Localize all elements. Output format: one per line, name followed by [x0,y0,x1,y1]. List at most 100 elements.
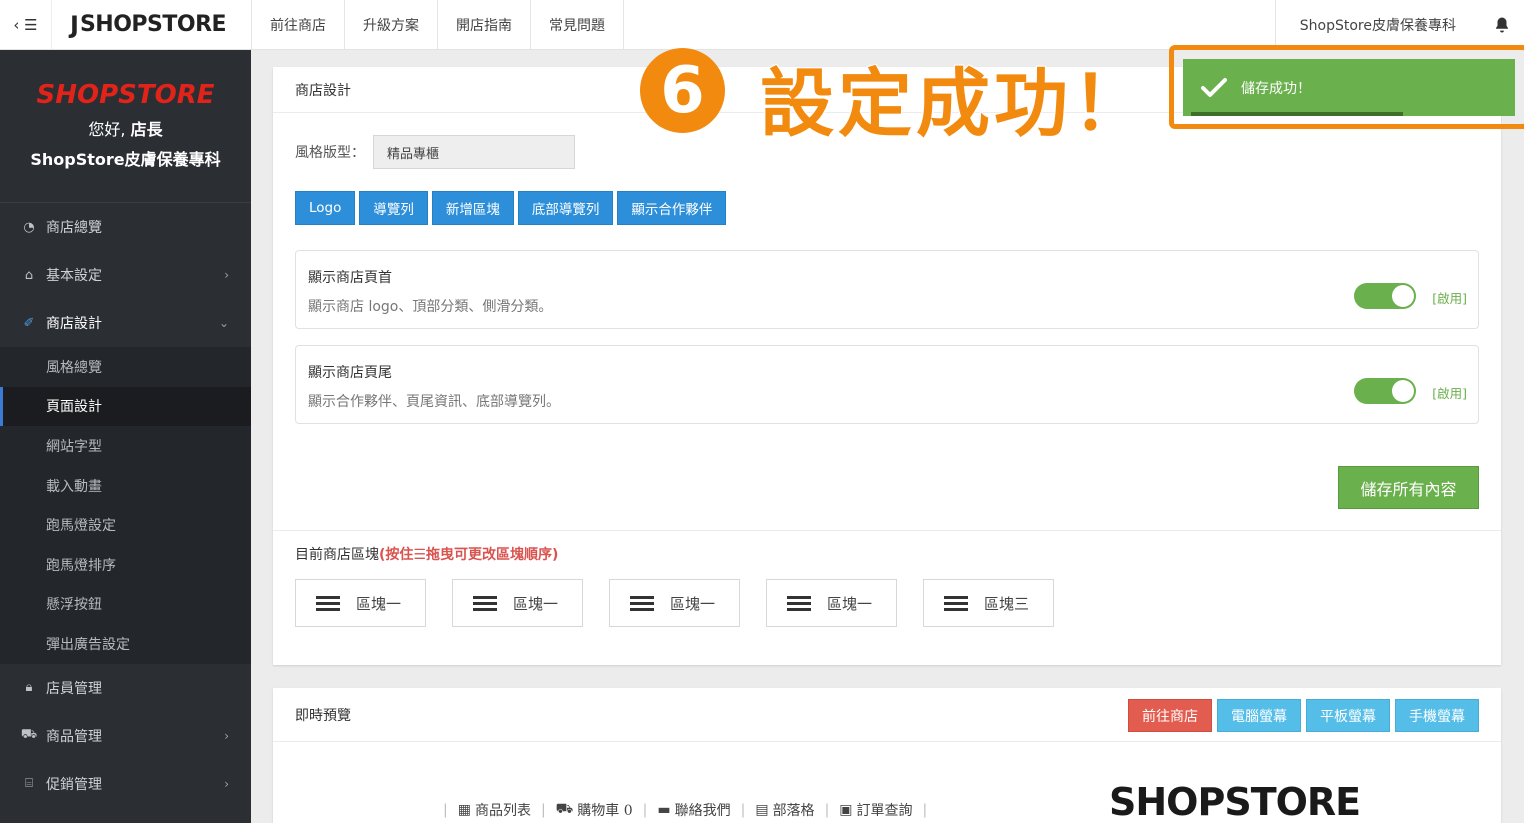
nav-go-store[interactable]: 前往商店 [252,0,345,49]
sidebar-item-store-design[interactable]: ✐ 商店設計 ⌄ [0,299,251,347]
header-toggle-switch[interactable] [1354,283,1416,309]
sidebar: SHOPSTORE 您好, 店長 ShopStore皮膚保養專科 ◔ 商店總覽 ⌂… [0,50,251,823]
header-toggle-desc: 顯示商店 logo、頂部分類、側滑分類。 [308,299,553,315]
greeting: 您好, 店長 [88,120,163,139]
sidebar-sub-floating-button[interactable]: 懸浮按鈕 [0,585,251,625]
blocks-hint: (按住☰拖曳可更改區塊順序) [379,547,559,563]
sidebar-store-name: ShopStore皮膚保養專科 [30,150,221,169]
shopstore-logo[interactable]: J SHOPSTORE [52,0,252,49]
chevron-right-icon: › [224,776,229,791]
nav-upgrade[interactable]: 升級方案 [345,0,438,49]
sidebar-item-basic-settings[interactable]: ⌂ 基本設定 › [0,251,251,299]
top-nav: 前往商店 升級方案 開店指南 常見問題 [252,0,624,49]
sidebar-item-promotions[interactable]: ⌸ 促銷管理 › [0,760,251,808]
sidebar-sub-marquee-settings[interactable]: 跑馬燈設定 [0,505,251,545]
divider [273,530,1501,531]
sidebar-toggle-button[interactable]: ‹ ☰ [0,0,52,49]
preview-nav-products[interactable]: ▦ 商品列表 [458,800,531,820]
top-right: ShopStore皮膚保養專科 [1274,0,1524,49]
preview-logo: SHOPSTORE [1109,780,1361,823]
bell-icon [1496,17,1508,32]
preview-mobile-button[interactable]: 手機螢幕 [1395,699,1479,732]
store-design-card: 商店設計 風格版型： 精品專櫃 Logo 導覽列 新增區塊 底部導覽列 顯示合作… [273,67,1501,665]
chevron-down-icon: ⌄ [218,316,229,330]
drag-handle-icon[interactable] [316,593,340,614]
navbar-button[interactable]: 導覽列 [359,191,428,225]
preview-nav-order-query[interactable]: ▣ 訂單查詢 [839,800,912,820]
sidebar-sub-style-overview[interactable]: 風格總覽 [0,347,251,387]
dashboard-icon: ◔ [23,219,35,235]
preview-desktop-button[interactable]: 電腦螢幕 [1217,699,1301,732]
footer-toggle-desc: 顯示合作夥伴、頁尾資訊、底部導覽列。 [308,394,560,410]
sidebar-sub-popup-ads[interactable]: 彈出廣告設定 [0,624,251,664]
sidebar-submenu: 風格總覽 頁面設計 網站字型 載入動畫 跑馬燈設定 跑馬燈排序 懸浮按鈕 彈出廣… [0,347,251,664]
cart-icon: ⛟ [20,727,38,743]
store-name-menu[interactable]: ShopStore皮膚保養專科 [1274,0,1480,49]
bank-icon: ⌂ [24,267,34,283]
style-row: 風格版型： 精品專櫃 [295,135,575,169]
blocks-label: 目前商店區塊(按住☰拖曳可更改區塊順序) [295,547,559,563]
footer-toggle-title: 顯示商店頁尾 [308,365,392,381]
sidebar-item-staff[interactable]: 🔒︎ 店員管理 [0,664,251,712]
drag-handle-icon[interactable] [473,593,497,614]
save-all-button[interactable]: 儲存所有內容 [1338,466,1479,509]
preview-button-row: 前往商店 電腦螢幕 平板螢幕 手機螢幕 [1128,699,1479,732]
block-item[interactable]: 區塊三 [923,579,1054,627]
sidebar-item-products[interactable]: ⛟ 商品管理 › [0,712,251,760]
logo-button[interactable]: Logo [295,191,356,225]
block-item[interactable]: 區塊一 [609,579,740,627]
block-item[interactable]: 區塊一 [452,579,583,627]
nav-guide[interactable]: 開店指南 [438,0,531,49]
header-toggle-box: 顯示商店頁首 顯示商店 logo、頂部分類、側滑分類。 [啟用] [295,250,1479,329]
clipboard-icon: ▣ [839,802,853,818]
nav-faq[interactable]: 常見問題 [531,0,624,49]
style-label: 風格版型： [295,145,365,161]
preview-tablet-button[interactable]: 平板螢幕 [1306,699,1390,732]
sidebar-header: SHOPSTORE 您好, 店長 ShopStore皮膚保養專科 [0,50,251,203]
book-icon: ▤ [755,802,769,818]
add-block-button[interactable]: 新增區塊 [431,191,514,225]
block-item[interactable]: 區塊一 [295,579,426,627]
grid-icon: ▦ [457,802,471,818]
notification-button[interactable] [1480,0,1524,49]
drag-handle-icon[interactable] [944,593,968,614]
sidebar-sub-loading-animation[interactable]: 載入動畫 [0,466,251,506]
header-toggle-title: 顯示商店頁首 [308,270,392,286]
drag-handle-icon[interactable] [787,593,811,614]
show-partners-button[interactable]: 顯示合作夥伴 [617,191,727,225]
annotation-text: 設定成功！ [759,60,1150,148]
step-badge: 6 [640,48,725,133]
gift-icon: ⌸ [25,776,33,792]
cart-icon: ⛟ [555,801,574,817]
header-toggle-state: [啟用] [1432,291,1467,306]
menu-icon: ‹ ☰ [13,15,38,34]
footer-toggle-box: 顯示商店頁尾 顯示合作夥伴、頁尾資訊、底部導覽列。 [啟用] [295,345,1479,424]
sidebar-brand-logo: SHOPSTORE [36,80,215,110]
logo-text: SHOPSTORE [79,12,227,37]
drag-handle-icon[interactable] [630,593,654,614]
live-preview-card: 即時預覽 前往商店 電腦螢幕 平板螢幕 手機螢幕 | ▦ 商品列表 | ⛟ 購物車 … [273,688,1501,823]
preview-nav-blog[interactable]: ▤ 部落格 [755,800,814,820]
highlight-box [1169,45,1524,129]
preview-store-nav: | ▦ 商品列表 | ⛟ 購物車 0 | ▬ 聯絡我們 | ▤ 部落格 | ▣ 訂單查詢 … [443,800,928,820]
footer-nav-button[interactable]: 底部導覽列 [517,191,614,225]
lock-icon: 🔒︎ [25,680,33,696]
chevron-right-icon: › [224,268,229,282]
top-bar: ‹ ☰ J SHOPSTORE 前往商店 升級方案 開店指南 常見問題 Shop… [0,0,1524,50]
sidebar-sub-fonts[interactable]: 網站字型 [0,426,251,466]
footer-toggle-switch[interactable] [1354,378,1416,404]
footer-toggle-state: [啟用] [1432,386,1467,401]
sidebar-sub-marquee-order[interactable]: 跑馬燈排序 [0,545,251,585]
design-button-row: Logo 導覽列 新增區塊 底部導覽列 顯示合作夥伴 [295,191,727,225]
preview-nav-contact[interactable]: ▬ 聯絡我們 [657,800,730,820]
comment-icon: ▬ [657,802,671,818]
preview-go-store-button[interactable]: 前往商店 [1128,699,1212,732]
sidebar-sub-page-design[interactable]: 頁面設計 [0,386,251,427]
magic-wand-icon: ✐ [23,315,35,331]
sidebar-item-overview[interactable]: ◔ 商店總覽 [0,203,251,251]
block-item[interactable]: 區塊一 [766,579,897,627]
logo-mark: J [70,10,79,39]
chevron-right-icon: › [224,728,229,743]
block-list: 區塊一 區塊一 區塊一 區塊一 區塊三 [295,579,1054,627]
preview-nav-cart[interactable]: ⛟ 購物車 0 [556,800,633,820]
